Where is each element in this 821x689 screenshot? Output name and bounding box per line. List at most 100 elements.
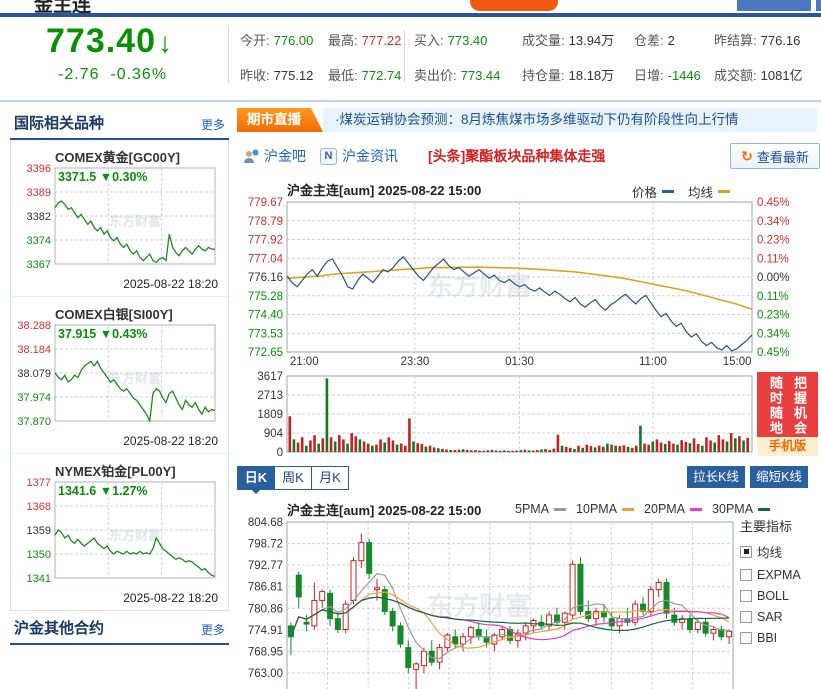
tick-label: 38.288 xyxy=(17,321,51,332)
indicator-label: BBI xyxy=(757,631,777,645)
quote-field-value: 776.00 xyxy=(274,33,314,48)
quote-field-label: 最低: xyxy=(328,68,358,83)
quote-field-label: 昨收: xyxy=(240,68,270,83)
legend-color-dash xyxy=(690,508,702,511)
top-right-button[interactable] xyxy=(737,0,811,11)
quote-field-label: 仓差: xyxy=(634,33,664,48)
quote-field-value: -1446 xyxy=(668,68,701,83)
tick-label: 0.11% xyxy=(757,291,789,303)
sidebar-footer-header: 沪金其他合约 更多 xyxy=(10,611,229,645)
tick-label: 776.16 xyxy=(248,272,283,284)
legend-color-dash xyxy=(622,508,634,511)
quote-field-value: 773.44 xyxy=(461,68,501,83)
sidebar: 国际相关品种 更多 COMEX黄金[GC00Y]3396338933823374… xyxy=(10,106,229,645)
indicator-SAR[interactable]: SAR xyxy=(740,610,820,624)
sidebar-chart-plot: 13771368135913501341东方财富1341.6 ▼1.27% xyxy=(11,478,226,590)
last-price: 773.40↓ xyxy=(46,22,173,61)
tick-label: 0.34% xyxy=(757,328,790,340)
quote-field-label: 持仓量: xyxy=(522,68,565,83)
indicator-均线[interactable]: 均线 xyxy=(740,542,820,561)
mobile-app-ad[interactable]: 随时随地把握机会 手机版 xyxy=(757,372,818,456)
quote-field-label: 成交额: xyxy=(714,68,757,83)
indicator-list: 均线 EXPMA BOLL SAR BBI xyxy=(740,542,820,645)
gold-bar-link[interactable]: 沪金吧 xyxy=(264,146,306,166)
sidebar-title: 国际相关品种 xyxy=(14,112,104,133)
tick-label: 23:30 xyxy=(400,356,429,368)
indicator-checkbox[interactable] xyxy=(740,611,752,623)
tick-label: 774.91 xyxy=(248,625,283,637)
tick-label: 3617 xyxy=(257,371,283,383)
tick-label: 772.65 xyxy=(248,347,283,359)
add-favorite-button[interactable] xyxy=(470,0,558,11)
sidebar-chart-title: NYMEX铂金[PL00Y] xyxy=(55,461,228,478)
tick-label: 1368 xyxy=(27,501,51,513)
indicator-label: 均线 xyxy=(757,542,782,561)
quote-field-label: 卖出价: xyxy=(414,68,457,83)
quote-field: 日增: -1446 xyxy=(634,65,714,84)
shrink-kline-button[interactable]: 缩短K线 xyxy=(750,466,808,488)
headline-link[interactable]: [头条]聚酯板块品种集体走强 xyxy=(428,146,605,166)
top-strip: 金主连 xyxy=(0,0,821,13)
sidebar-chart-timestamp: 2025-08-22 18:20 xyxy=(11,276,228,296)
quote-field: 仓差:2 xyxy=(634,30,714,49)
live-badge: 期市直播 xyxy=(237,108,323,132)
quote-field-value: 1081亿 xyxy=(761,68,803,83)
price-down-arrow-icon: ↓ xyxy=(158,27,173,58)
kline-tab-周K[interactable]: 周K xyxy=(275,466,312,490)
tick-label: 763.00 xyxy=(248,668,283,680)
tick-label: 11:00 xyxy=(639,356,667,368)
quote-field-label: 日增: xyxy=(634,68,664,83)
indicator-checkbox[interactable] xyxy=(740,546,752,558)
kline-tab-日K[interactable]: 日K xyxy=(237,466,275,490)
indicator-BOLL[interactable]: BOLL xyxy=(740,589,820,603)
ad-slogan: 随时随地把握机会 xyxy=(757,372,818,436)
section-divider xyxy=(0,100,821,102)
sidebar-chart: COMEX白银[SI00Y]38.28838.18438.07937.97437… xyxy=(11,297,228,454)
tick-label: 38.079 xyxy=(17,368,51,380)
ticker-headline-link[interactable]: ·煤炭运销协会预测：8月炼焦煤市场多维驱动下仍有阶段性向上行情 xyxy=(323,108,817,132)
view-latest-button[interactable]: ↻ 查看最新 xyxy=(730,143,820,169)
tick-label: 21:00 xyxy=(290,356,319,368)
sidebar-chart-timestamp: 2025-08-22 18:20 xyxy=(11,590,228,610)
indicator-EXPMA[interactable]: EXPMA xyxy=(740,568,820,582)
tick-label: 37.974 xyxy=(17,392,51,404)
quote-field: 昨结算:776.16 xyxy=(714,30,818,49)
stretch-kline-button[interactable]: 拉长K线 xyxy=(687,466,745,488)
quote-field: 昨收:775.12 xyxy=(240,65,328,84)
sidebar-chart: NYMEX铂金[PL00Y]13771368135913501341东方财富13… xyxy=(11,454,228,610)
tick-label: 1341 xyxy=(27,573,51,585)
kline-tab-月K[interactable]: 月K xyxy=(312,466,349,490)
sidebar-more-link[interactable]: 更多 xyxy=(201,116,225,133)
indicator-label: BOLL xyxy=(757,589,789,603)
tick-label: 0.45% xyxy=(757,197,790,209)
indicator-BBI[interactable]: BBI xyxy=(740,631,820,645)
tick-label: 3374 xyxy=(27,235,51,247)
tick-label: 775.28 xyxy=(248,291,283,303)
tick-label: 0.00% xyxy=(757,272,790,284)
gold-news-link[interactable]: 沪金资讯 xyxy=(342,146,398,166)
tick-label: 2713 xyxy=(257,390,283,402)
indicator-checkbox[interactable] xyxy=(740,590,752,602)
sidebar-chart-title: COMEX黄金[GC00Y] xyxy=(55,147,228,164)
tick-label: 798.72 xyxy=(248,539,283,551)
sub-navigation: 沪金吧 N 沪金资讯 [头条]聚酯板块品种集体走强 xyxy=(243,144,605,168)
sidebar-other-more-link[interactable]: 更多 xyxy=(201,621,225,638)
quote-field-value: 776.16 xyxy=(761,33,801,48)
quote-field: 卖出价: 773.44 xyxy=(414,65,522,84)
volume-chart: 3617271318099040 xyxy=(237,370,821,458)
quote-field: 成交额: 1081亿 xyxy=(714,65,818,84)
tick-label: 777.04 xyxy=(248,253,284,265)
tick-label: 东方财富 xyxy=(109,528,161,543)
quote-field: 最低:772.74 xyxy=(328,65,414,84)
tick-label: 774.40 xyxy=(248,310,283,322)
top-right-button-2[interactable] xyxy=(816,0,821,11)
tick-label: 0.23% xyxy=(757,235,790,247)
indicator-checkbox[interactable] xyxy=(740,632,752,644)
kline-chart: 804.68798.72792.77786.81780.86774.91768.… xyxy=(237,514,821,689)
refresh-icon: ↻ xyxy=(741,148,753,165)
legend-color-dash xyxy=(758,508,770,511)
indicator-checkbox[interactable] xyxy=(740,569,752,581)
sidebar-chart-plot: 33963389338233743367东方财富3371.5 ▼0.30% xyxy=(11,164,226,276)
tick-label: 1350 xyxy=(27,549,51,561)
page-title-partial: 金主连 xyxy=(34,0,91,13)
